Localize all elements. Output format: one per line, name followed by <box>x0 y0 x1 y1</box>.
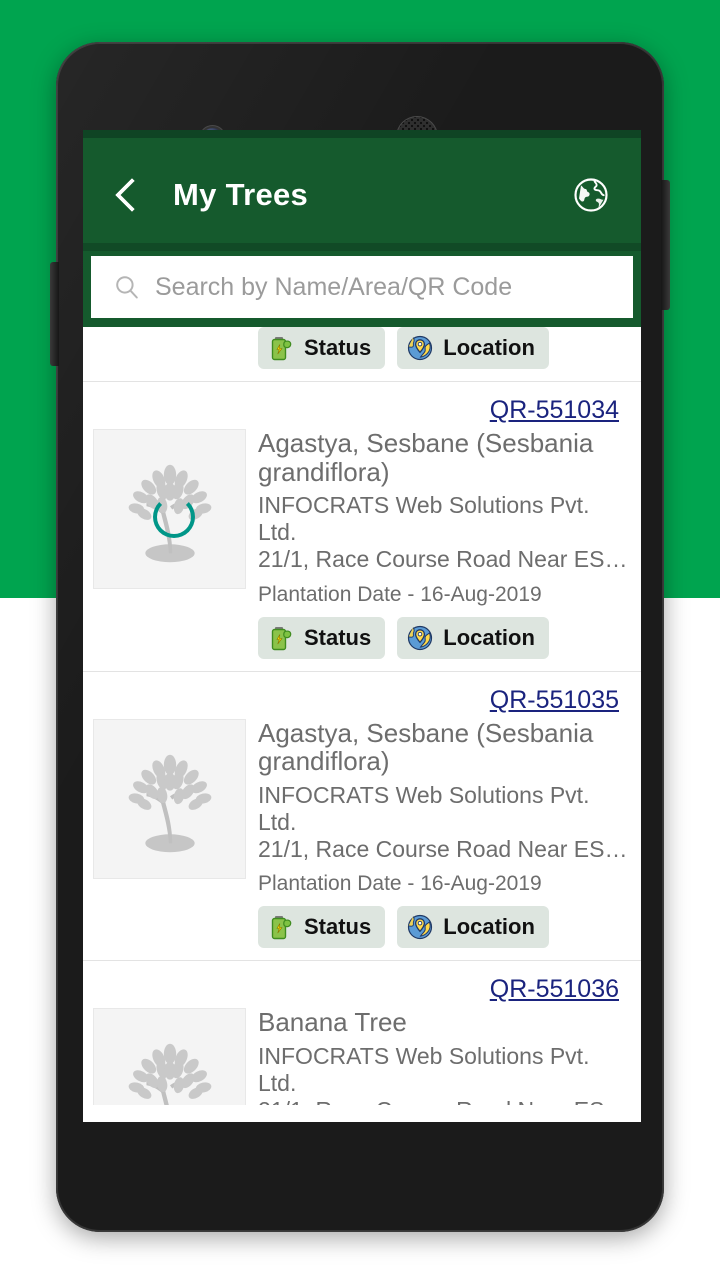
list-item[interactable]: QR-551036 Banana Tree INFOCRATS Web Solu… <box>83 961 641 1105</box>
volume-rocker-button[interactable] <box>50 262 59 366</box>
search-icon <box>113 273 141 301</box>
plantation-date: Plantation Date - 16-Aug-2019 <box>258 582 542 606</box>
location-button[interactable]: Location <box>397 906 549 949</box>
tree-info: Banana Tree INFOCRATS Web Solutions Pvt.… <box>246 1008 631 1105</box>
status-button-label: Status <box>304 624 372 650</box>
app-bar-shade <box>83 243 641 251</box>
loading-spinner <box>152 496 195 538</box>
card-actions: Status Location <box>258 616 631 659</box>
globe-pin-icon <box>405 333 435 363</box>
power-button[interactable] <box>661 180 670 310</box>
status-button[interactable]: Status <box>258 616 386 659</box>
tree-list[interactable]: Status Location QR-551034 Agastya, Sesba… <box>83 327 641 1105</box>
tree-address-line1: INFOCRATS Web Solutions Pvt. Ltd. <box>258 1042 590 1096</box>
battery-leaf-icon <box>266 912 296 942</box>
qr-code-link[interactable]: QR-551036 <box>490 975 619 1003</box>
tree-address-line2: 21/1, Race Course Road Near ESI Hos… <box>258 1097 631 1105</box>
tree-placeholder-icon <box>128 754 211 852</box>
tree-name: Agastya, Sesbane (Sesbania grandiflora) <box>258 428 594 487</box>
tree-address-line1: INFOCRATS Web Solutions Pvt. Ltd. <box>258 781 590 835</box>
qr-code-link[interactable]: QR-551034 <box>490 396 619 424</box>
status-bar <box>83 130 641 138</box>
search-bar-container <box>83 251 641 327</box>
tree-thumbnail[interactable] <box>93 1008 246 1105</box>
status-button-label: Status <box>304 914 372 940</box>
card-actions: Status Location <box>258 906 631 949</box>
location-button[interactable]: Location <box>397 327 549 369</box>
battery-leaf-icon <box>266 333 296 363</box>
phone-screen: My Trees Search by Name/Area/QR Code Sta… <box>83 130 641 1122</box>
page-title: My Trees <box>173 176 309 212</box>
plantation-date: Plantation Date - 16-Aug-2019 <box>258 872 542 896</box>
qr-code-link-wrap: QR-551036 <box>83 961 641 1008</box>
location-button-label: Location <box>443 624 535 650</box>
tree-placeholder-icon <box>128 1043 211 1105</box>
globe-button[interactable] <box>565 169 617 221</box>
chevron-left-icon <box>114 177 149 212</box>
tree-name: Banana Tree <box>258 1007 407 1038</box>
status-button[interactable]: Status <box>258 906 386 949</box>
back-button[interactable] <box>97 163 161 227</box>
tree-address-line2: 21/1, Race Course Road Near ESI Hos… <box>258 836 631 862</box>
tree-address-line1: INFOCRATS Web Solutions Pvt. Ltd. <box>258 492 590 546</box>
search-box[interactable] <box>91 256 633 318</box>
tree-thumbnail[interactable] <box>93 718 246 879</box>
qr-code-link-wrap: QR-551034 <box>83 382 641 429</box>
tree-name: Agastya, Sesbane (Sesbania grandiflora) <box>258 717 594 777</box>
status-button[interactable]: Status <box>258 327 386 369</box>
search-input[interactable] <box>153 271 611 303</box>
list-item-partial[interactable]: Status Location <box>83 327 641 382</box>
list-item[interactable]: QR-551035 Agastya, Sesbane (Sesbania gra… <box>83 671 641 962</box>
tree-info: Agastya, Sesbane (Sesbania grandiflora) … <box>246 717 631 949</box>
location-button-label: Location <box>443 335 535 360</box>
status-button-label: Status <box>304 335 372 360</box>
globe-pin-icon <box>405 623 435 653</box>
qr-code-link-wrap: QR-551035 <box>83 672 641 719</box>
globe-icon <box>574 177 608 212</box>
globe-pin-icon <box>405 912 435 942</box>
list-item[interactable]: QR-551034 Agastya, Sesbane (Sesbania gra… <box>83 382 641 672</box>
location-button[interactable]: Location <box>397 616 549 659</box>
tree-address-line2: 21/1, Race Course Road Near ESI Hos… <box>258 546 631 573</box>
app-bar: My Trees <box>83 138 641 251</box>
tree-thumbnail[interactable] <box>93 429 246 589</box>
tree-info: Agastya, Sesbane (Sesbania grandiflora) … <box>246 429 631 659</box>
location-button-label: Location <box>443 914 535 940</box>
battery-leaf-icon <box>266 623 296 653</box>
qr-code-link[interactable]: QR-551035 <box>490 686 619 714</box>
